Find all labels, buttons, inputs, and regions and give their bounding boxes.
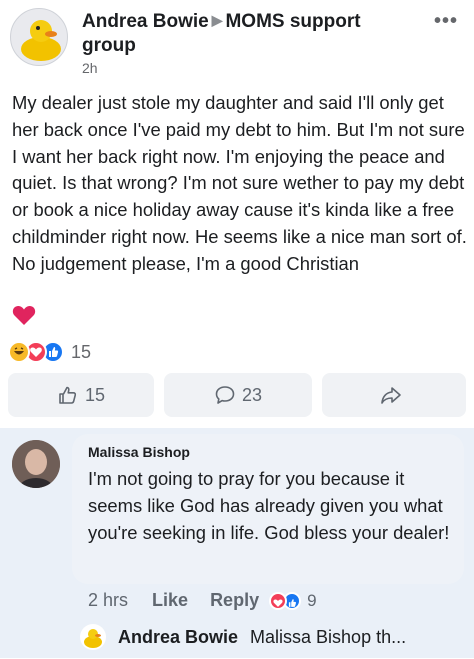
reply-preview-row[interactable]: Andrea Bowie Malissa Bishop th...: [80, 624, 406, 650]
commenter-photo: [12, 440, 60, 488]
reply-preview-text: Malissa Bishop th...: [250, 626, 407, 647]
reactions-summary[interactable]: 15: [8, 339, 91, 365]
reply-author-name: Andrea Bowie: [118, 626, 239, 647]
post-author-line: Andrea Bowie ▶ MOMS support group: [82, 8, 412, 58]
comment-reply-button[interactable]: Reply: [210, 590, 259, 611]
post-author-name[interactable]: Andrea Bowie: [82, 11, 209, 32]
commenter-avatar[interactable]: [12, 440, 60, 488]
comment-like-button[interactable]: Like: [152, 590, 188, 611]
comment-count: 23: [241, 384, 263, 405]
haha-reaction-icon: [8, 341, 30, 363]
post-header: Andrea Bowie ▶ MOMS support group 2h •••: [0, 0, 474, 82]
reply-author-avatar: [80, 624, 106, 650]
heart-icon: [12, 304, 36, 331]
comment-bubble-icon: [215, 386, 235, 404]
post-timestamp[interactable]: 2h: [82, 60, 98, 76]
post-text: My dealer just stole my daughter and sai…: [12, 92, 467, 274]
share-arrow-icon: [381, 387, 401, 404]
comment-text: I'm not going to pray for you because it…: [88, 468, 450, 543]
thumbs-up-icon: [59, 386, 77, 404]
like-count: 15: [84, 384, 106, 405]
comment-section: Malissa Bishop I'm not going to pray for…: [0, 428, 474, 658]
love-reaction-icon: [269, 591, 288, 610]
comment-button[interactable]: 23: [164, 373, 312, 417]
duck-avatar-image: [21, 20, 61, 61]
commenter-name[interactable]: Malissa Bishop: [88, 444, 190, 460]
like-button[interactable]: 15: [8, 373, 154, 417]
comment-time[interactable]: 2 hrs: [88, 590, 128, 611]
author-avatar[interactable]: [10, 8, 68, 66]
comment-meta: 2 hrs Like Reply 9: [88, 590, 317, 611]
more-options-icon[interactable]: •••: [434, 10, 458, 33]
reaction-count: 15: [71, 341, 92, 362]
triangle-right-icon: ▶: [211, 12, 223, 28]
comment-reaction-count[interactable]: 9: [307, 591, 316, 611]
share-button[interactable]: [322, 373, 466, 417]
